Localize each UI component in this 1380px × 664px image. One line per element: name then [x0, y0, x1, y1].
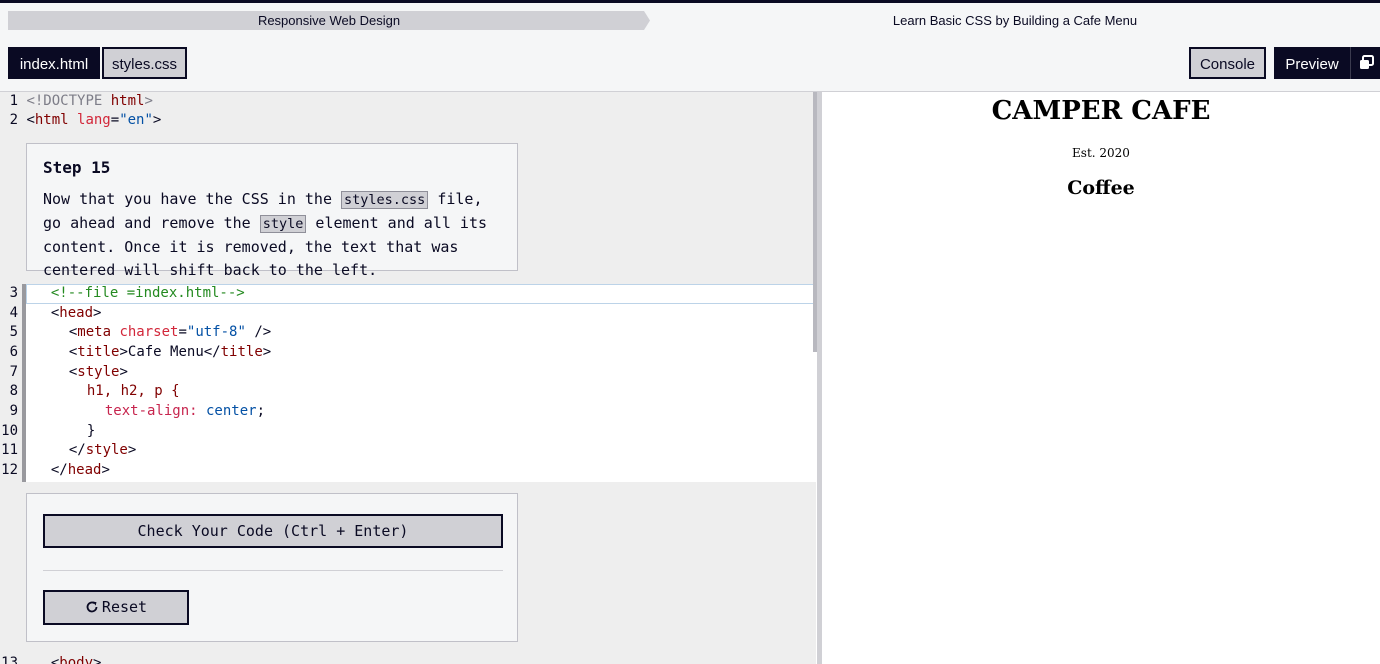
preview-heading: CAMPER CAFE [991, 96, 1211, 126]
code-line: 3 <!--file =index.html--> [9, 285, 245, 301]
code-line: 6 <title>Cafe Menu</title> [9, 344, 272, 360]
breadcrumb-project[interactable]: Learn Basic CSS by Building a Cafe Menu [650, 11, 1380, 30]
breadcrumb: Responsive Web Design Learn Basic CSS by… [0, 3, 1380, 31]
reset-button[interactable]: Reset [43, 590, 189, 625]
code-line: 7 <style> [9, 364, 128, 380]
code-line: 9 text-align: center; [9, 403, 266, 419]
tab-index-html[interactable]: index.html [8, 47, 100, 79]
code-line: 8 h1, h2, p { [9, 383, 180, 399]
code-line: 2 <html lang="en"> [9, 112, 162, 128]
code-editor[interactable]: 1 <!DOCTYPE html> 2 <html lang="en"> Ste… [0, 92, 816, 664]
console-button[interactable]: Console [1189, 47, 1266, 79]
divider [43, 570, 503, 571]
action-panel: Check Your Code (Ctrl + Enter) Reset [26, 493, 518, 642]
code-line: 1 <!DOCTYPE html> [9, 93, 153, 109]
preview-subheading: Coffee [1067, 177, 1135, 199]
editor-tab-bar: index.html styles.css Console Preview [0, 31, 1380, 92]
popout-button[interactable] [1350, 47, 1380, 79]
code-line: 13 <body> [1, 655, 102, 664]
code-line: 12 </head> [1, 462, 110, 478]
step-title: Step 15 [43, 158, 111, 177]
preview-button[interactable]: Preview [1274, 47, 1350, 79]
breadcrumb-course[interactable]: Responsive Web Design [8, 11, 650, 30]
step-description: Now that you have the CSS in the styles.… [43, 190, 488, 279]
code-line: 11 </style> [1, 442, 137, 458]
code-line: 10 } [1, 423, 96, 439]
popout-window-icon [1360, 55, 1374, 69]
tab-styles-css[interactable]: styles.css [102, 47, 187, 79]
check-code-button[interactable]: Check Your Code (Ctrl + Enter) [43, 514, 503, 548]
step-description-panel: Step 15 Now that you have the CSS in the… [26, 143, 518, 279]
preview-pane: CAMPER CAFE Est. 2020 Coffee [822, 92, 1380, 664]
reset-label: Reset [101, 598, 148, 616]
refresh-icon [86, 601, 98, 613]
code-line: 4 <head> [9, 305, 102, 321]
code-line: 5 <meta charset="utf-8" /> [9, 324, 272, 340]
preview-established: Est. 2020 [1072, 146, 1130, 160]
